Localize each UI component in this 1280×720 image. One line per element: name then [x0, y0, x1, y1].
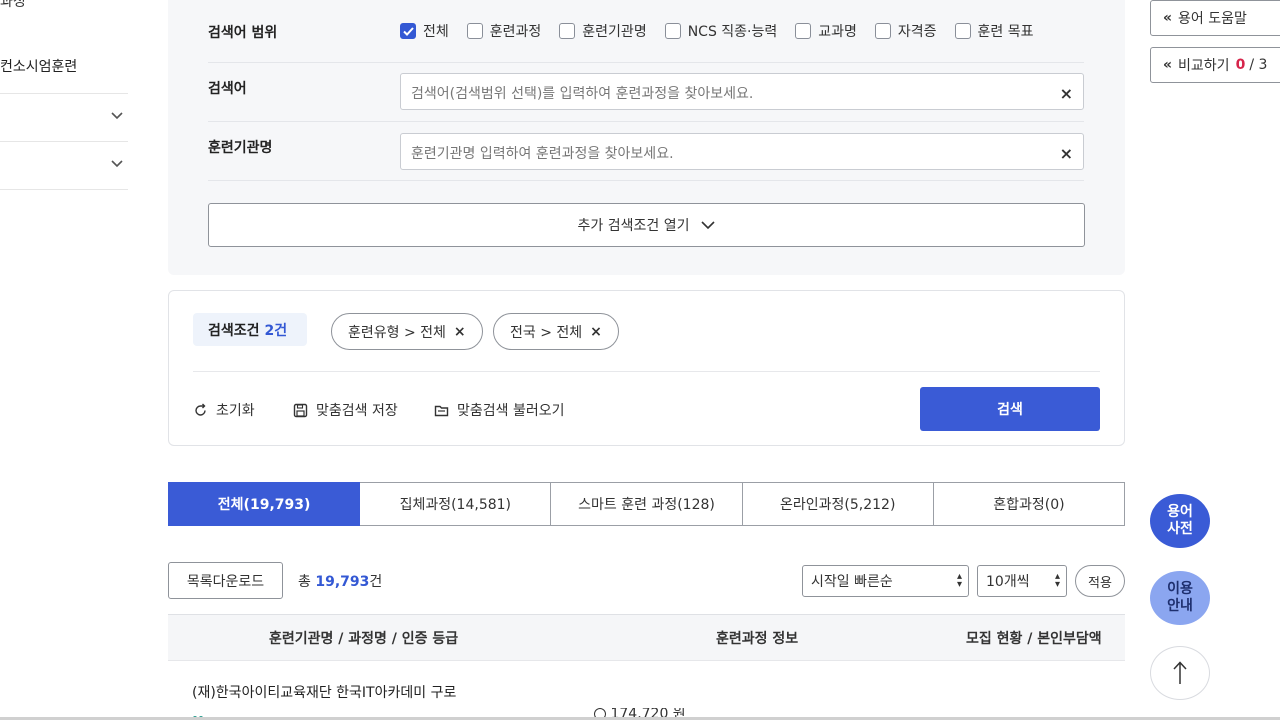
keyword-placeholder: 검색어(검색범위 선택)를 입력하여 훈련과정을 찾아보세요. [411, 86, 754, 102]
apply-button[interactable]: 적용 [1075, 565, 1125, 597]
checkbox-icon[interactable] [874, 23, 891, 39]
column-header-status: 모집 현황 / 본인부담액 [966, 631, 1102, 647]
clear-icon[interactable]: × [1060, 144, 1073, 163]
conditions-label: 검색조건 2건 [193, 313, 307, 346]
scope-option-ncs[interactable]: NCS 직종·능력 [664, 21, 777, 41]
save-icon [293, 403, 308, 417]
compare-button[interactable]: « 비교하기 0 / 3 [1150, 47, 1280, 83]
org-label: 훈련기관명 [208, 140, 273, 156]
column-header-info: 훈련과정 정보 [716, 631, 799, 647]
page-size-select[interactable]: 10개씩 ▴ ▾ [977, 565, 1067, 597]
org-placeholder: 훈련기관명 입력하여 훈련과정을 찾아보세요. [411, 146, 674, 162]
total-count: 총 19,793건 [298, 574, 383, 590]
scope-label: 검색어 범위 [208, 25, 278, 41]
checkbox-icon[interactable] [559, 23, 576, 39]
scope-option-org[interactable]: 훈련기관명 [559, 21, 647, 41]
remove-icon[interactable]: × [454, 324, 466, 340]
keyword-label: 검색어 [208, 81, 247, 97]
collapse-icon: « [1163, 10, 1173, 26]
row-divider [208, 62, 1084, 63]
scope-option-goal[interactable]: 훈련 목표 [954, 21, 1034, 41]
tab-smart[interactable]: 스마트 훈련 과정(128) [551, 482, 743, 526]
checkbox-icon[interactable] [795, 23, 812, 39]
load-search-button[interactable]: 맞춤검색 불러오기 [434, 400, 565, 420]
checkbox-icon[interactable] [954, 23, 971, 39]
checkbox-checked-icon[interactable] [400, 23, 416, 39]
select-arrows-icon: ▴ ▾ [1054, 571, 1060, 590]
scroll-top-button[interactable] [1150, 646, 1210, 700]
reset-button[interactable]: 초기화 [193, 400, 255, 420]
remove-icon[interactable]: × [590, 324, 602, 340]
condition-chip-region[interactable]: 전국 > 전체 × [493, 313, 619, 350]
scope-option-all[interactable]: 전체 [400, 21, 449, 41]
sort-select[interactable]: 시작일 빠른순 ▴ ▾ [802, 565, 969, 597]
glossary-dictionary-button[interactable]: 용어 사전 [1150, 494, 1210, 548]
folder-icon [434, 405, 449, 416]
refresh-icon [195, 403, 206, 416]
search-button[interactable]: 검색 [920, 387, 1100, 431]
scope-options: 전체 훈련과정 훈련기관명 NCS 직종·능력 교과명 자격증 훈련 목표 [400, 21, 1034, 41]
scope-option-cert[interactable]: 자격증 [874, 21, 937, 41]
checkbox-icon[interactable] [664, 23, 681, 39]
arrow-up-icon [1173, 661, 1187, 684]
chevron-down-icon [111, 160, 123, 168]
usage-guide-button[interactable]: 이용 안내 [1150, 571, 1210, 625]
table-row-org[interactable]: (재)한국아이티교육재단 한국IT아카데미 구로 [192, 682, 456, 702]
compare-count: 0 [1235, 57, 1246, 73]
conditions-divider [193, 371, 1100, 372]
tab-all[interactable]: 전체(19,793) [168, 482, 361, 526]
chevron-down-icon [111, 112, 123, 120]
row-divider [208, 121, 1084, 122]
sidebar-partial-item[interactable]: 과정 [0, 0, 26, 11]
column-header-org: 훈련기관명 / 과정명 / 인증 등급 [269, 631, 459, 647]
select-arrows-icon: ▴ ▾ [956, 571, 962, 590]
sidebar-collapsible-row-2[interactable] [0, 142, 128, 190]
sidebar-item-consortium[interactable]: 컨소시엄훈련 [0, 56, 77, 76]
chevron-down-icon [701, 221, 716, 230]
download-list-button[interactable]: 목록다운로드 [168, 562, 283, 599]
tab-blended[interactable]: 혼합과정(0) [933, 482, 1126, 526]
course-type-tabs: 전체(19,793) 집체과정(14,581) 스마트 훈련 과정(128) 온… [168, 482, 1126, 526]
row-divider [208, 180, 1084, 181]
checkbox-icon[interactable] [466, 23, 483, 39]
more-conditions-button[interactable]: 추가 검색조건 열기 [208, 203, 1085, 247]
condition-chip-type[interactable]: 훈련유형 > 전체 × [331, 313, 483, 350]
clear-icon[interactable]: × [1060, 84, 1073, 103]
tab-classroom[interactable]: 집체과정(14,581) [360, 482, 552, 526]
scope-option-subject[interactable]: 교과명 [795, 21, 857, 41]
tab-online[interactable]: 온라인과정(5,212) [742, 482, 934, 526]
compare-total: / 3 [1249, 57, 1268, 73]
collapse-icon: « [1163, 57, 1173, 73]
keyword-input[interactable]: 검색어(검색범위 선택)를 입력하여 훈련과정을 찾아보세요. × [400, 73, 1084, 110]
save-search-button[interactable]: 맞춤검색 저장 [293, 400, 398, 420]
glossary-help-button[interactable]: « 용어 도움말 [1150, 0, 1280, 36]
sidebar-collapsible-row-1[interactable] [0, 94, 128, 142]
scope-option-course[interactable]: 훈련과정 [466, 21, 541, 41]
org-input[interactable]: 훈련기관명 입력하여 훈련과정을 찾아보세요. × [400, 133, 1084, 170]
